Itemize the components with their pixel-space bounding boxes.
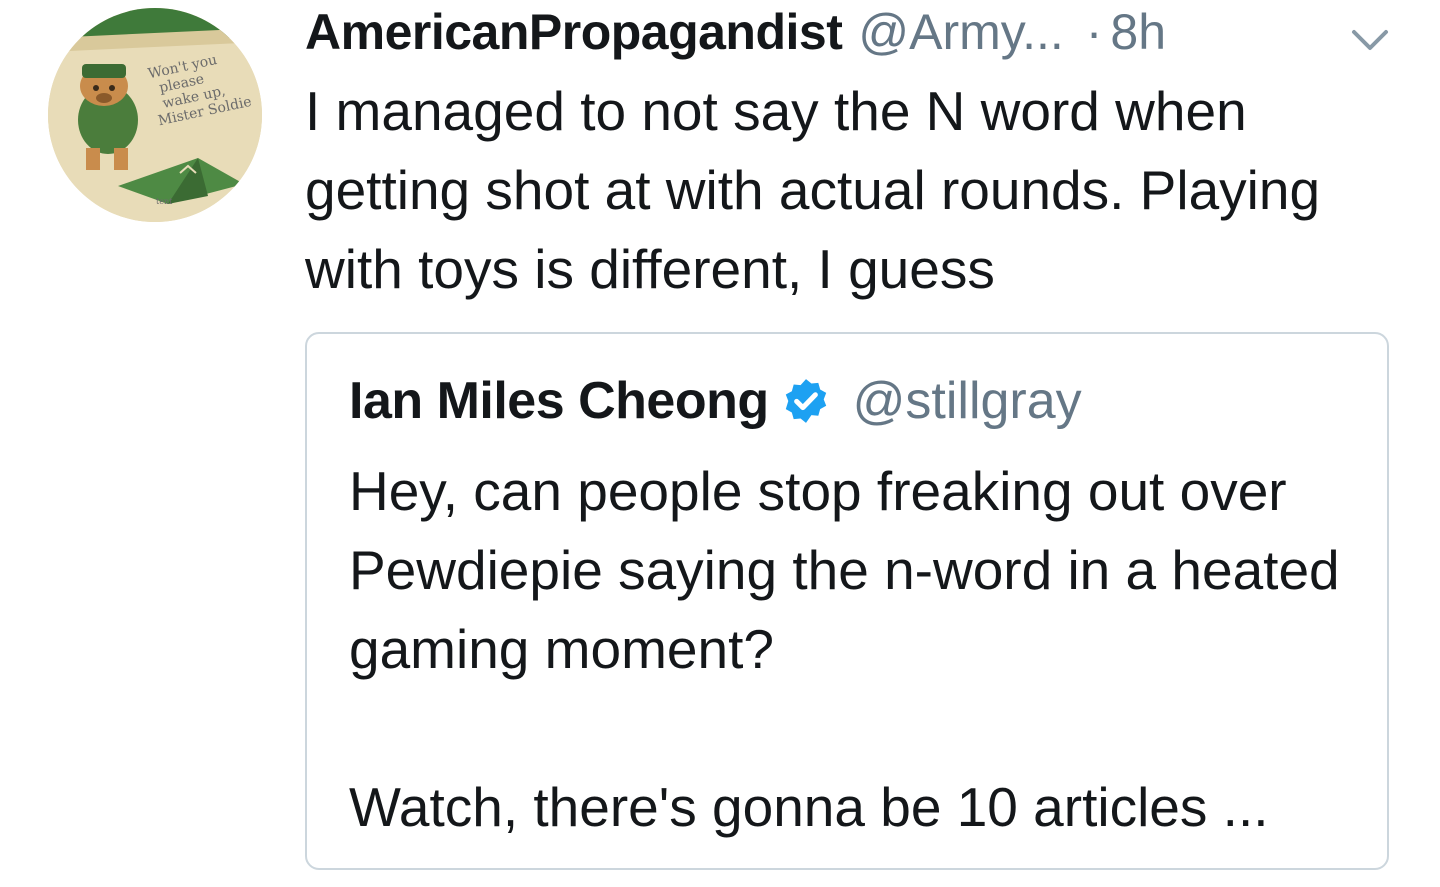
avatar-image: Won't you please wake up, Mister Soldie …	[48, 8, 262, 222]
timestamp[interactable]: 8h	[1110, 0, 1166, 64]
verified-badge-icon	[785, 379, 826, 423]
quoted-text-paragraph-1: Hey, can people stop freaking out over P…	[349, 460, 1340, 680]
tweet: Won't you please wake up, Mister Soldie …	[0, 0, 1440, 887]
quoted-tweet-header: Ian Miles Cheong @stillgray	[349, 366, 1082, 436]
chevron-down-icon[interactable]	[1350, 26, 1390, 54]
quoted-tweet[interactable]: Ian Miles Cheong @stillgray Hey, can peo…	[305, 332, 1389, 870]
avatar-caption: tent	[156, 197, 173, 206]
tweet-header: AmericanPropagandist @Army... · 8h	[305, 0, 1166, 64]
quoted-tweet-text: Hey, can people stop freaking out over P…	[349, 452, 1369, 847]
separator-dot: ·	[1085, 4, 1103, 60]
avatar[interactable]: Won't you please wake up, Mister Soldie …	[48, 8, 262, 222]
quoted-user-handle[interactable]: @stillgray	[853, 371, 1082, 431]
quoted-text-paragraph-2: Watch, there's gonna be 10 articles ...	[349, 776, 1269, 838]
display-name[interactable]: AmericanPropagandist	[305, 0, 843, 64]
user-handle[interactable]: @Army...	[858, 0, 1063, 64]
tweet-text: I managed to not say the N word when get…	[305, 80, 1321, 300]
quoted-display-name[interactable]: Ian Miles Cheong	[349, 371, 769, 431]
